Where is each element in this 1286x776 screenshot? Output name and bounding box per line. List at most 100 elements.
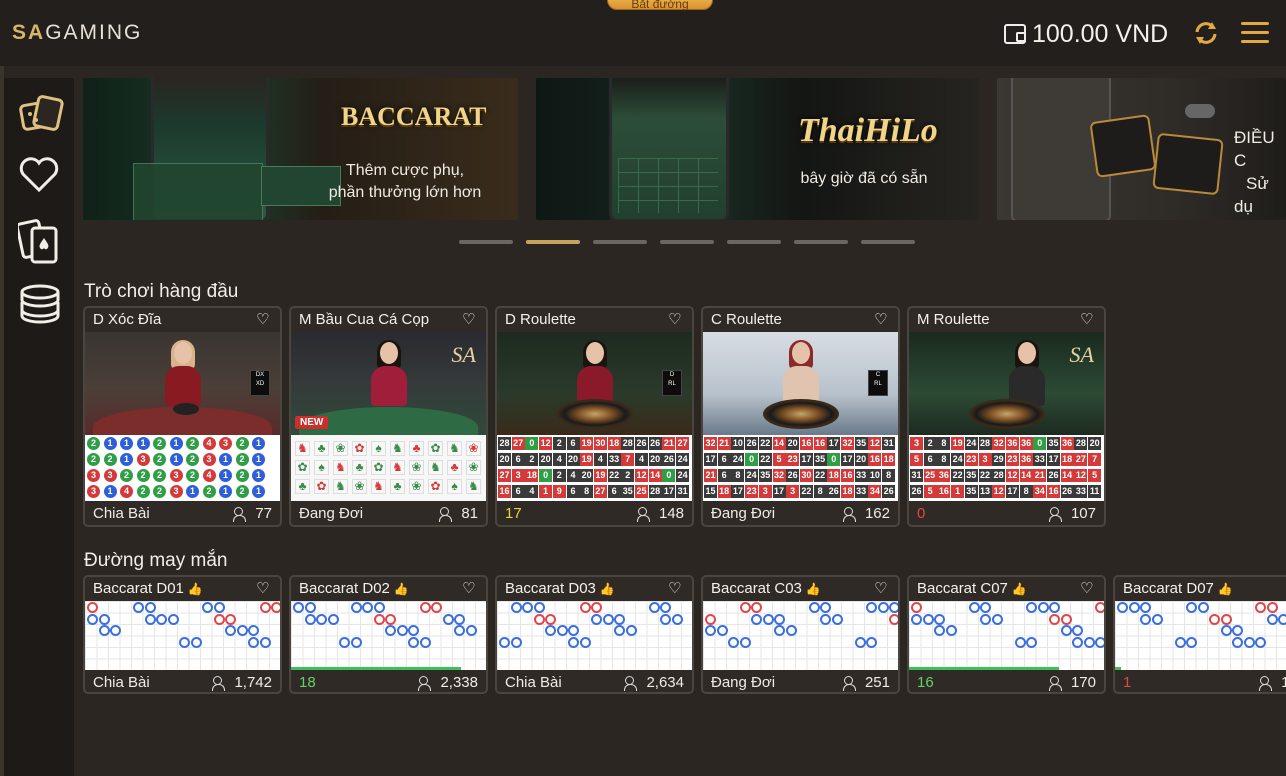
hamburger-menu-icon[interactable] — [1241, 22, 1269, 44]
bead-road — [703, 601, 898, 670]
banner-settings-text: ĐIỀU C Sử dụ — [1234, 128, 1275, 216]
road-number: 36 — [1019, 453, 1033, 466]
game-card-baccarat[interactable]: Baccarat D01 👍 ♡ Chia Bài 1,742 — [83, 575, 282, 694]
banner-thaihilo[interactable]: ThaiHiLo bây giờ đã có sẵn — [536, 78, 979, 220]
road-bead — [225, 613, 236, 625]
road-number: 17 — [1005, 485, 1019, 498]
road-number: 12 — [868, 437, 882, 450]
playing-cards-icon[interactable] — [15, 218, 60, 264]
road-ball: 2 — [120, 469, 133, 482]
road-ball: 1 — [103, 485, 117, 498]
road-number: 8 — [937, 453, 951, 466]
game-card-baccarat[interactable]: Baccarat D02 👍 ♡ 18 2,338 — [289, 575, 488, 694]
carousel-dot[interactable] — [660, 240, 714, 244]
road-number: 5 — [772, 453, 786, 466]
road-number: 17 — [1047, 453, 1060, 466]
heart-icon[interactable]: ♡ — [668, 581, 684, 597]
road-ball: 1 — [120, 453, 133, 466]
road-bead — [87, 602, 98, 613]
game-card-baccarat[interactable]: Baccarat D03 👍 ♡ Chia Bài 2,634 — [495, 575, 694, 694]
road-number: 2 — [552, 437, 566, 450]
game-card-c-roulette[interactable]: C Roulette ♡ C RL 32 21 10 26 22 14 20 16 16 17 32 35… — [701, 306, 900, 527]
road-ball: 1 — [252, 453, 265, 466]
heart-icon[interactable]: ♡ — [256, 312, 272, 328]
road-number: 3 — [786, 485, 800, 498]
heart-icon[interactable]: ♡ — [874, 312, 890, 328]
road-bead — [980, 613, 991, 625]
bead-road — [291, 601, 486, 670]
road-bead — [144, 602, 156, 613]
road-bead — [1049, 602, 1060, 613]
table-display: D RL — [662, 370, 682, 396]
road-bead — [922, 613, 934, 625]
road-symbol: ✿ — [428, 479, 443, 494]
dice-cards-icon[interactable] — [18, 94, 64, 136]
game-card-d-roulette[interactable]: D Roulette ♡ D RL 28 27 0 12 2 6 19 30 18 28 26 26 21 2… — [495, 306, 694, 527]
heart-icon[interactable]: ♡ — [462, 312, 478, 328]
road-symbol: ♣ — [447, 460, 462, 475]
banner-baccarat[interactable]: BACCARAT Thêm cược phụ, phần thưởng lớn h… — [83, 78, 518, 220]
road-bead — [533, 613, 545, 625]
carousel-dot[interactable] — [459, 240, 513, 244]
banner-settings-promo[interactable]: ĐIỀU C Sử dụ — [997, 78, 1286, 220]
road-symbol: ♞ — [333, 460, 348, 475]
carousel-dot[interactable] — [593, 240, 647, 244]
road-symbol: ♞ — [390, 441, 405, 456]
sagaming-logo[interactable]: SAGAMING — [12, 21, 142, 45]
road-symbol: ♠ — [447, 479, 462, 494]
road-number: 33 — [1074, 485, 1088, 498]
users-icon — [842, 675, 859, 691]
road-number: 28 — [621, 437, 635, 450]
heart-icon[interactable]: ♡ — [1080, 581, 1096, 597]
road-bead — [1072, 636, 1083, 648]
road-bead — [911, 613, 922, 625]
game-card-bau-cua[interactable]: M Bầu Cua Cá Cọp ♡ SA NEW ♞ ♣ ❀ ✿ ♠ ♞ ♣ ✿ ♞ ❀ ✿ ♠ ♞ ♣ ✿… — [289, 306, 488, 527]
road-symbol: ♞ — [428, 460, 443, 475]
game-card-baccarat[interactable]: Baccarat C07 👍 ♡ 16 170 — [907, 575, 1106, 694]
road-number: 34 — [1033, 485, 1047, 498]
road-bead — [419, 636, 431, 648]
favorites-heart-icon[interactable] — [18, 156, 60, 198]
heart-icon[interactable]: ♡ — [874, 581, 890, 597]
game-status: 17 — [505, 505, 522, 522]
road-ball: 1 — [186, 485, 199, 498]
road-symbol: ♞ — [295, 441, 310, 456]
carousel-dot[interactable] — [794, 240, 848, 244]
carousel-dot[interactable] — [727, 240, 781, 244]
road-number: 14 — [1019, 469, 1033, 482]
heart-icon[interactable]: ♡ — [256, 581, 272, 597]
play-badge[interactable]: Bắt đường — [607, 0, 713, 11]
road-symbol: ♞ — [333, 479, 348, 494]
heart-icon[interactable]: ♡ — [462, 581, 478, 597]
heart-icon[interactable]: ♡ — [1080, 312, 1096, 328]
road-bead — [1026, 602, 1037, 613]
road-bead — [1140, 602, 1151, 613]
road-number: 6 — [566, 485, 580, 498]
heart-icon[interactable]: ♡ — [668, 312, 684, 328]
road-number: 18 — [717, 485, 731, 498]
road-number: 16 — [868, 453, 882, 466]
player-count: 2,634 — [624, 674, 684, 691]
road-ball: 2 — [103, 453, 117, 466]
road-number: 12 — [1074, 469, 1088, 482]
player-count: 2,338 — [418, 674, 478, 691]
road-bead — [1083, 636, 1095, 648]
game-card-baccarat[interactable]: Baccarat C03 👍 ♡ Đang Đơi 251 — [701, 575, 900, 694]
road-number: 20 — [786, 437, 800, 450]
road-bead — [1266, 613, 1278, 625]
chips-stack-icon[interactable] — [18, 284, 60, 326]
game-card-xoc-dia[interactable]: D Xóc Đĩa ♡ DX XD 211121243212213212312133… — [83, 306, 282, 527]
road-number: 17 — [799, 453, 813, 466]
carousel-dot[interactable] — [861, 240, 915, 244]
road-ball: 2 — [235, 485, 249, 498]
refresh-icon[interactable] — [1192, 20, 1220, 46]
carousel-dot-active[interactable] — [526, 240, 580, 244]
game-card-baccarat[interactable]: Baccarat D07👍♡11,1 — [1113, 575, 1286, 694]
game-title: D Roulette ♡ — [497, 308, 692, 332]
road-bead — [339, 636, 350, 648]
road-bead — [1220, 613, 1232, 625]
game-title: C Roulette ♡ — [703, 308, 898, 332]
game-footer: Đang Đơi 162 — [703, 501, 898, 525]
game-card-m-roulette[interactable]: M Roulette ♡ SA 3 2 8 19 24 28 32 36 36 0 35 36 28 20 5… — [907, 306, 1106, 527]
game-status: 1 — [1123, 674, 1132, 691]
